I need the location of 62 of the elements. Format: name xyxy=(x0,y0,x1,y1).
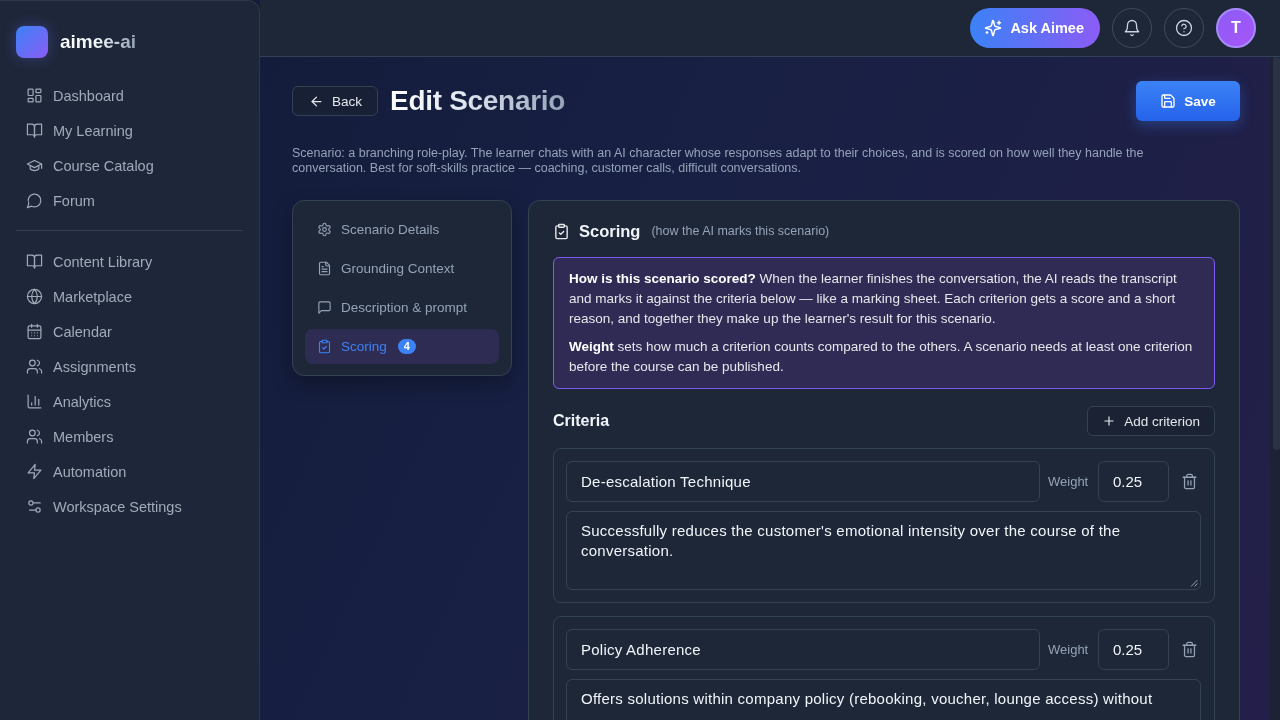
trash-icon xyxy=(1180,473,1198,490)
add-criterion-button[interactable]: Add criterion xyxy=(1087,406,1215,436)
info-text: How is this scenario scored? When the learner finishes the conversation, the AI reads the transcript and marks it against the criteria below — like a marking sheet. Each criterion gets a score and a short reason, and together they make up the learner's result for this scenario. xyxy=(569,270,1178,328)
count-badge: 4 xyxy=(397,339,416,354)
clipboard-check-icon xyxy=(553,222,570,240)
sidebar-item[interactable]: Content Library xyxy=(16,244,243,279)
sparkles-icon xyxy=(984,19,1003,37)
weight-label: Weight xyxy=(1048,474,1090,489)
sidebar-item[interactable]: Course Catalog xyxy=(16,148,243,183)
criterion-name-field[interactable]: Policy Adherence xyxy=(566,629,1040,670)
weight-field[interactable]: 0.25 xyxy=(1098,461,1169,502)
resize-grip-icon xyxy=(1190,579,1198,587)
gear-icon xyxy=(317,222,332,237)
help-icon xyxy=(1175,19,1193,37)
sidebar-item[interactable]: Calendar xyxy=(16,314,243,349)
plus-icon xyxy=(1102,414,1117,428)
sidebar-item[interactable]: Workspace Settings xyxy=(16,489,243,524)
section-tab[interactable]: Scenario Details xyxy=(305,212,499,247)
book-icon xyxy=(26,253,43,270)
sidebar-item[interactable]: Marketplace xyxy=(16,279,243,314)
sidebar-item[interactable]: Assignments xyxy=(16,349,243,384)
section-tab[interactable]: Scoring 4 xyxy=(305,329,499,364)
section-title: Scoring xyxy=(579,221,641,241)
document-icon xyxy=(317,261,332,276)
sidebar-item[interactable]: Forum xyxy=(16,183,243,218)
section-tab[interactable]: Grounding Context xyxy=(305,251,499,286)
sidebar-item[interactable]: Members xyxy=(16,419,243,454)
bar-chart-icon xyxy=(26,393,43,410)
speech-bubble-icon xyxy=(317,300,332,315)
logo-icon xyxy=(16,26,48,58)
clipboard-check-icon xyxy=(317,339,332,354)
sidebar-item[interactable]: Dashboard xyxy=(16,78,243,113)
scrollbar-thumb[interactable] xyxy=(1273,57,1280,450)
back-button[interactable]: Back xyxy=(292,86,378,116)
sidebar-item[interactable]: Analytics xyxy=(16,384,243,419)
ask-button[interactable]: Ask Aimee xyxy=(970,8,1100,48)
criterion-description-field[interactable]: Offers solutions within company policy (rebooking, voucher, lounge access) without xyxy=(566,679,1201,720)
bell-icon xyxy=(1123,19,1141,37)
weight-label: Weight xyxy=(1048,642,1090,657)
criteria-heading: Criteria xyxy=(553,412,610,430)
lightning-icon xyxy=(26,463,43,480)
weight-field[interactable]: 0.25 xyxy=(1098,629,1169,670)
sliders-icon xyxy=(26,498,43,515)
speech-bubble-icon xyxy=(26,192,43,209)
globe-icon xyxy=(26,288,43,305)
section-subtitle: (how the AI marks this scenario) xyxy=(651,224,830,238)
people-icon xyxy=(26,358,43,375)
calendar-icon xyxy=(26,323,43,340)
criterion-description-field[interactable]: Successfully reduces the customer's emotional intensity over the course of the conversation. xyxy=(566,511,1201,590)
trash-icon xyxy=(1180,641,1198,658)
grid-icon xyxy=(26,87,43,104)
sidebar-item[interactable]: Automation xyxy=(16,454,243,489)
info-text: Weight sets how much a criterion counts compared to the others. A scenario needs at least one criterion before the course can be published. xyxy=(569,338,1194,376)
sidebar-item[interactable]: My Learning xyxy=(16,113,243,148)
criterion-name-field[interactable]: De-escalation Technique xyxy=(566,461,1040,502)
avatar-button[interactable]: T xyxy=(1216,8,1256,48)
people-icon xyxy=(26,428,43,445)
book-icon xyxy=(26,122,43,139)
graduation-cap-icon xyxy=(26,157,43,174)
save-button[interactable]: Save xyxy=(1136,81,1240,121)
section-tab[interactable]: Description & prompt xyxy=(305,290,499,325)
page-description: Scenario: a branching role-play. The learner chats with an AI character whose responses adapt to their choices, and is scored on how well they handle the conversation. Best for soft-skills practice — coaching, customer calls, difficult conversations. xyxy=(292,146,1145,176)
